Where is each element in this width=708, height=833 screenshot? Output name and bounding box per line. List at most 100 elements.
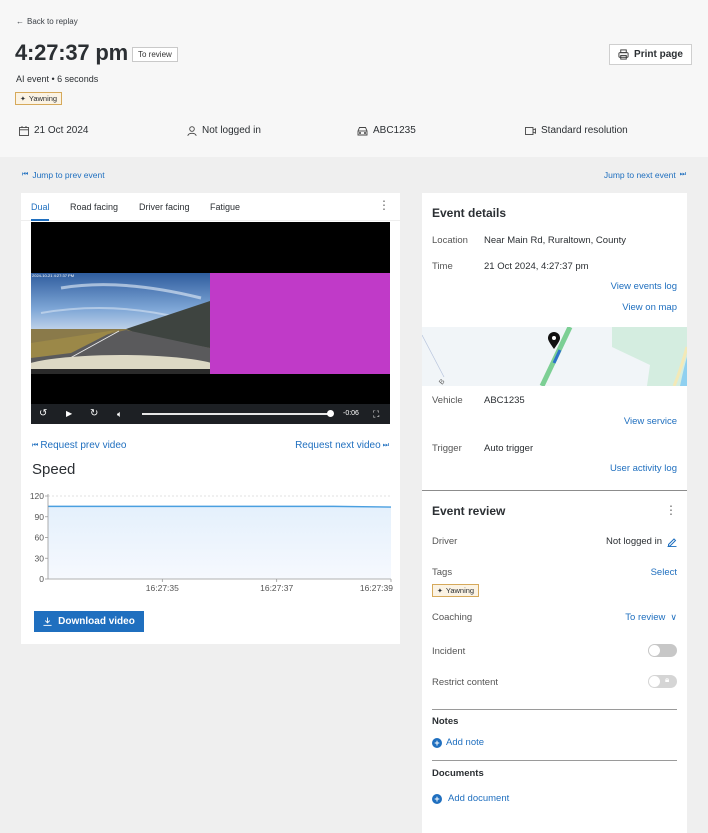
volume-icon[interactable]: 🔈︎ [117,408,122,420]
add-document-label: Add document [448,793,510,804]
toggle-knob [649,676,660,687]
vehicle-value: ABC1235 [484,395,525,406]
printer-icon [618,49,629,60]
trigger-label: Trigger [432,443,462,454]
fullscreen-icon[interactable]: ⛶ [373,408,379,420]
skip-previous-icon: ⏮ [32,441,39,449]
request-next-label: Request next video [295,440,381,451]
user-icon [187,125,197,136]
speed-area [48,506,391,579]
download-video-button[interactable]: Download video [34,611,144,632]
restrict-content-toggle[interactable]: 🔒︎ [648,675,677,688]
rewind-10-icon[interactable]: ↺ [39,408,47,420]
jump-prev-event-link[interactable]: ⏮ Jump to prev event [22,170,105,180]
event-meta-row: 21 Oct 2024 Not logged in ABC1235 Standa… [0,125,708,139]
review-more-options-icon[interactable]: ⋮ [665,504,677,516]
view-service-link[interactable]: View service [624,416,677,427]
meta-vehicle: ABC1235 [357,125,416,136]
tag-label: Yawning [28,94,58,103]
ai-sparkle-icon: ✦ [20,95,26,103]
y-tick-label: 120 [30,491,44,501]
tab-road-facing[interactable]: Road facing [70,202,118,212]
ai-sparkle-icon: ✦ [437,587,443,595]
driver-label: Driver [432,536,458,547]
coaching-dropdown[interactable]: To review ∨ [625,612,677,623]
coaching-value: To review [625,612,666,623]
documents-title: Documents [432,768,484,779]
jump-next-label: Jump to next event [603,170,676,180]
calendar-icon [19,125,29,136]
view-events-log-link[interactable]: View events log [611,281,677,292]
print-page-button[interactable]: Print page [609,44,692,65]
jump-prev-label: Jump to prev event [32,170,105,180]
video-controls: ↺ ▶ ↻ 🔈︎ -0:06 ⛶ [31,404,390,424]
review-tag-label: Yawning [445,586,475,595]
y-tick-label: 0 [39,574,44,584]
video-scrubber-thumb[interactable] [327,410,334,417]
edit-pencil-icon[interactable] [667,537,677,547]
plus-circle-icon: + [432,793,442,804]
play-icon[interactable]: ▶ [66,408,72,420]
event-subtitle: AI event • 6 seconds [16,74,99,84]
vehicle-label: Vehicle [432,395,463,406]
forward-10-icon[interactable]: ↻ [90,408,98,420]
y-tick-label: 30 [35,553,45,563]
add-note-label: Add note [446,737,485,748]
video-player[interactable]: 2024-10-21 4:27:37 PM ↺ ▶ ↻ 🔈︎ -0:06 ⛶ [31,222,390,424]
tags-label: Tags [432,567,453,578]
section-divider [422,490,687,491]
print-label: Print page [634,49,683,60]
back-label: Back to replay [27,17,78,26]
incident-toggle[interactable] [648,644,677,657]
x-tick-label: 16:27:39 [360,583,393,593]
coaching-label: Coaching [432,612,473,623]
arrow-left-icon: ← [16,17,24,26]
add-note-link[interactable]: + Add note [432,737,484,748]
event-review-title: Event review [432,504,506,518]
meta-driver: Not logged in [187,125,261,136]
download-icon [43,617,52,626]
driver-facing-video-placeholder [210,273,390,374]
location-value: Near Main Rd, Ruraltown, County [484,235,627,246]
vehicle-icon [357,126,368,135]
video-scrubber[interactable] [142,413,330,415]
restrict-content-label: Restrict content [432,677,498,688]
status-badge: To review [132,47,178,62]
select-tags-link[interactable]: Select [651,567,677,578]
video-timestamp-overlay: 2024-10-21 4:27:37 PM [32,273,75,278]
add-document-link[interactable]: + Add document [432,793,509,804]
skip-previous-icon: ⏮ [22,171,29,178]
event-map[interactable]: B [422,327,687,386]
user-activity-log-link[interactable]: User activity log [610,463,677,474]
request-prev-label: Request prev video [40,440,127,451]
tab-driver-facing[interactable]: Driver facing [139,202,190,212]
x-tick-label: 16:27:35 [146,583,179,593]
lock-icon: 🔒︎ [665,675,670,684]
meta-resolution-value: Standard resolution [541,125,628,136]
video-more-options-icon[interactable]: ⋮ [378,199,390,211]
back-to-replay-link[interactable]: ← Back to replay [16,17,78,26]
notes-title: Notes [432,716,459,727]
y-tick-label: 90 [35,512,45,522]
video-camera-icon [525,126,536,135]
video-card: Dual Road facing Driver facing Fatigue ⋮ [21,193,400,644]
camera-tabs: Dual Road facing Driver facing Fatigue ⋮ [21,193,400,221]
request-prev-video-link[interactable]: ⏮ Request prev video [32,440,126,451]
page-header: ← Back to replay 4:27:37 pm To review AI… [0,0,708,157]
driver-field[interactable]: Not logged in [606,536,677,547]
jump-next-event-link[interactable]: Jump to next event ⏭ [604,170,686,180]
speed-chart: 0 30 60 90 120 16:27:35 16:27:37 16:27:39 [30,491,393,593]
y-tick-label: 60 [35,533,45,543]
review-tag-chip-yawning: ✦ Yawning [432,584,480,597]
incident-label: Incident [432,646,466,657]
plus-circle-icon: + [432,737,442,748]
page-title: 4:27:37 pm [15,40,128,65]
request-next-video-link[interactable]: Request next video ⏭ [295,440,389,451]
time-remaining: -0:06 [343,410,359,417]
tab-fatigue[interactable]: Fatigue [210,202,240,212]
meta-driver-value: Not logged in [202,125,261,136]
active-tab-indicator [31,219,49,221]
view-on-map-link[interactable]: View on map [622,302,677,313]
meta-resolution: Standard resolution [525,125,628,136]
tab-dual[interactable]: Dual [31,202,50,212]
